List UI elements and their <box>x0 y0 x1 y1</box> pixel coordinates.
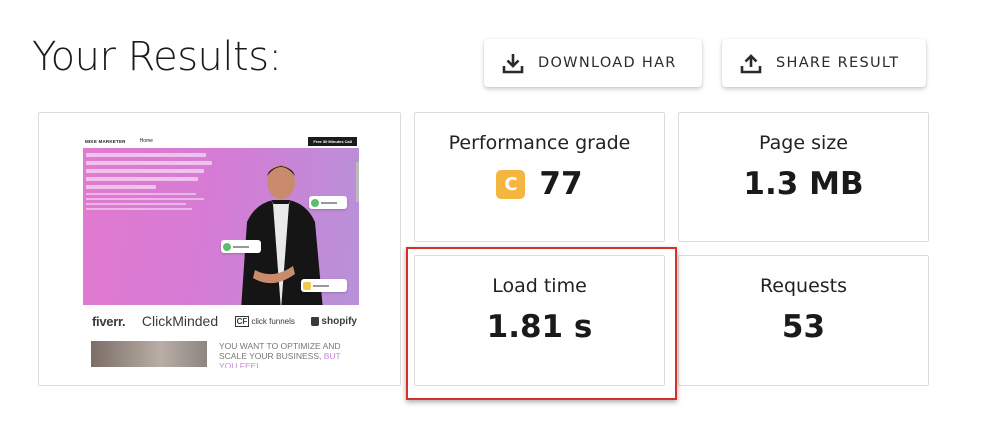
page-size-label: Page size <box>759 132 848 154</box>
grade-letter-badge: C <box>496 169 526 199</box>
screenshot-partner-logos: fiverr. ClickMinded CF click funnels shop… <box>83 305 359 337</box>
page-size-value: 1.3 MB <box>743 166 864 202</box>
download-har-label: DOWNLOAD HAR <box>538 55 677 71</box>
screenshot-nav: MIKE MARKETER Home Free 30 Minutes Call <box>83 134 359 148</box>
screenshot-badge-1 <box>309 196 347 209</box>
website-screenshot: MIKE MARKETER Home Free 30 Minutes Call <box>83 134 359 368</box>
screenshot-site-logo: MIKE MARKETER <box>85 138 126 144</box>
performance-score: 77 <box>539 166 583 202</box>
requests-card: Requests 53 <box>678 255 929 386</box>
requests-label: Requests <box>759 275 848 297</box>
clickminded-logo: ClickMinded <box>141 313 219 329</box>
clickfunnels-logo: CF click funnels <box>234 315 295 327</box>
fiverr-logo: fiverr. <box>92 313 126 329</box>
screenshot-body-text: YOU WANT TO OPTIMIZE AND SCALE YOUR BUSI… <box>219 341 341 368</box>
screenshot-scrollbar <box>356 162 359 202</box>
page-title: Your Results: <box>32 34 282 80</box>
screenshot-hero <box>83 148 359 305</box>
screenshot-bottom-image <box>91 341 207 367</box>
share-result-button[interactable]: SHARE RESULT <box>722 39 926 87</box>
upload-icon <box>738 50 764 76</box>
screenshot-hero-text <box>86 153 216 213</box>
screenshot-badge-2 <box>221 240 261 253</box>
screenshot-bottom-section: YOU WANT TO OPTIMIZE AND SCALE YOUR BUSI… <box>83 337 359 368</box>
screenshot-nav-home: Home <box>139 138 153 144</box>
shopify-logo: shopify <box>311 316 357 327</box>
requests-value: 53 <box>781 309 826 345</box>
screenshot-cta-button: Free 30 Minutes Call <box>308 136 357 146</box>
performance-grade-label: Performance grade <box>448 132 631 154</box>
page-size-card: Page size 1.3 MB <box>678 112 929 242</box>
page-screenshot-card: MIKE MARKETER Home Free 30 Minutes Call <box>38 112 401 386</box>
performance-grade-card: Performance grade C 77 <box>414 112 665 242</box>
share-result-label: SHARE RESULT <box>776 55 900 71</box>
load-time-highlight <box>406 247 677 400</box>
download-icon <box>500 50 526 76</box>
screenshot-badge-3 <box>301 279 347 292</box>
performance-grade-value: C 77 <box>496 166 583 202</box>
download-har-button[interactable]: DOWNLOAD HAR <box>484 39 702 87</box>
